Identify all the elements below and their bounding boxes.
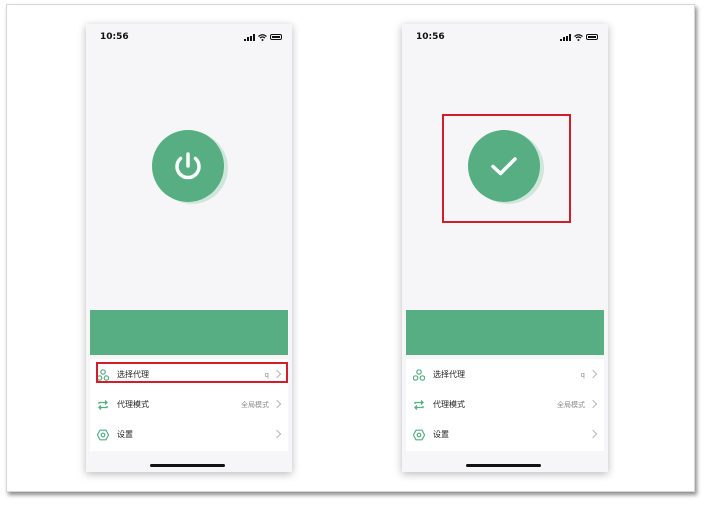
connect-button[interactable] bbox=[152, 130, 224, 202]
status-banner bbox=[406, 310, 604, 355]
status-banner bbox=[90, 310, 288, 355]
menu-item-label: 设置 bbox=[433, 430, 449, 439]
status-icons bbox=[560, 33, 598, 41]
menu-item-proxy-mode[interactable]: 代理模式 全局模式 bbox=[406, 390, 604, 420]
menu-item-label: 设置 bbox=[117, 430, 133, 439]
chevron-right-icon bbox=[588, 429, 598, 439]
chevron-right-icon bbox=[588, 399, 598, 409]
battery-icon bbox=[270, 34, 282, 40]
signal-icon bbox=[244, 33, 255, 41]
chevron-right-icon bbox=[588, 369, 598, 379]
chevron-right-icon bbox=[272, 429, 282, 439]
home-indicator[interactable] bbox=[466, 464, 541, 467]
chevron-right-icon bbox=[272, 399, 282, 409]
menu-list: 选择代理 q 代理模式 全局模式 设置 bbox=[406, 359, 604, 451]
menu-list: 选择代理 q 代理模式 全局模式 设置 bbox=[90, 359, 288, 451]
highlight-box bbox=[96, 362, 288, 383]
menu-item-proxy-mode[interactable]: 代理模式 全局模式 bbox=[90, 390, 288, 420]
status-icons bbox=[244, 33, 282, 41]
menu-item-select-proxy[interactable]: 选择代理 q bbox=[90, 360, 288, 390]
menu-item-label: 代理模式 bbox=[433, 400, 465, 409]
menu-item-value: 全局模式 bbox=[557, 401, 585, 409]
menu-item-settings[interactable]: 设置 bbox=[90, 420, 288, 450]
swap-arrows-icon bbox=[98, 400, 108, 410]
status-time: 10:56 bbox=[100, 32, 129, 42]
gear-hexagon-icon bbox=[413, 429, 425, 441]
power-icon bbox=[175, 152, 201, 180]
gear-hexagon-icon bbox=[97, 429, 109, 441]
swap-arrows-icon bbox=[414, 400, 424, 410]
wifi-icon bbox=[574, 33, 583, 41]
highlight-box bbox=[442, 114, 571, 223]
phone-screen-connected: 10:56 选择代理 q 代理模式 全局模式 设置 bbox=[402, 24, 608, 472]
nodes-icon bbox=[413, 369, 425, 381]
battery-icon bbox=[586, 34, 598, 40]
menu-item-settings[interactable]: 设置 bbox=[406, 420, 604, 450]
home-indicator[interactable] bbox=[150, 464, 225, 467]
wifi-icon bbox=[258, 33, 267, 41]
menu-item-label: 选择代理 bbox=[433, 370, 465, 379]
menu-item-value: q bbox=[580, 371, 585, 379]
menu-item-value: 全局模式 bbox=[241, 401, 269, 409]
menu-item-select-proxy[interactable]: 选择代理 q bbox=[406, 360, 604, 390]
menu-item-label: 代理模式 bbox=[117, 400, 149, 409]
signal-icon bbox=[560, 33, 571, 41]
phone-screen-disconnected: 10:56 选择代理 q 代理模式 全局模式 设置 bbox=[86, 24, 292, 472]
status-time: 10:56 bbox=[416, 32, 445, 42]
